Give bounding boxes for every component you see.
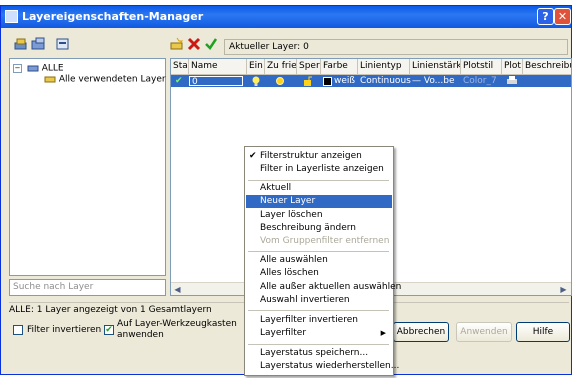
tree-child-label: Alle verwendeten Layer — [58, 74, 166, 85]
unlocked-icon[interactable] — [303, 75, 313, 87]
filter-icon — [44, 76, 56, 83]
help-title-button[interactable]: ? — [537, 8, 554, 25]
invert-filter-checkbox[interactable] — [13, 325, 23, 335]
menu-item-save-layer-states[interactable]: Layerstatus speichern... — [246, 347, 392, 360]
col-header-linetype[interactable]: Linientyp — [358, 59, 410, 74]
col-header-description[interactable]: Beschreibung — [523, 59, 571, 74]
menu-item-layer-filters[interactable]: Layerfilter ▶ — [246, 327, 392, 340]
set-current-icon[interactable] — [204, 37, 218, 51]
new-group-filter-icon[interactable] — [31, 37, 47, 51]
check-icon: ✔ — [249, 151, 257, 161]
apply-to-toolbar-label-line2: anwenden — [117, 330, 164, 340]
col-header-lineweight[interactable]: Linienstärke — [410, 59, 461, 74]
search-input[interactable]: Suche nach Layer — [9, 279, 166, 296]
menu-item-change-description[interactable]: Beschreibung ändern — [246, 222, 392, 235]
layer-linetype[interactable]: Continuous — [360, 75, 411, 87]
menu-separator — [248, 180, 389, 181]
col-header-lock[interactable]: Sper — [297, 59, 321, 74]
sun-icon[interactable] — [275, 75, 285, 87]
menu-item-show-filters-in-list[interactable]: Filter in Layerliste anzeigen — [246, 163, 392, 176]
layers-icon — [27, 65, 39, 72]
current-layer-display: Aktueller Layer: 0 — [224, 39, 568, 55]
color-swatch[interactable] — [323, 77, 332, 86]
apply-to-toolbar-label-line1: Auf Layer-Werkzeugkasten — [117, 319, 237, 329]
col-header-status[interactable]: Stat — [171, 59, 189, 74]
layer-name-field[interactable]: 0 — [189, 76, 243, 86]
lightbulb-icon[interactable] — [251, 75, 261, 87]
menu-item-invert-layer-filter[interactable]: Layerfilter invertieren — [246, 314, 392, 327]
menu-item-select-all-but-current[interactable]: Alle außer aktuellen auswählen — [246, 281, 401, 294]
menu-item-set-current[interactable]: Aktuell — [246, 182, 392, 195]
close-button[interactable]: ✕ — [554, 8, 571, 25]
tree-child-node[interactable]: Alle verwendeten Layer — [44, 74, 166, 85]
tree-root-node[interactable]: − ALLE — [13, 63, 64, 74]
cancel-button[interactable]: Abbrechen — [393, 322, 449, 342]
scroll-left-icon[interactable]: ◀ — [172, 284, 183, 295]
current-check-icon: ✔ — [175, 76, 183, 86]
menu-item-select-all[interactable]: Alle auswählen — [246, 254, 392, 267]
grid-header: Stat Name Ein Zu frier Sper Farbe Linien… — [171, 59, 571, 75]
window-title: Layereigenschaften-Manager — [22, 10, 204, 23]
col-header-freeze[interactable]: Zu frier — [265, 59, 297, 74]
col-header-on[interactable]: Ein — [247, 59, 265, 74]
menu-item-show-filter-tree[interactable]: ✔ Filterstruktur anzeigen — [246, 150, 392, 163]
col-header-color[interactable]: Farbe — [321, 59, 358, 74]
menu-item-restore-layer-state[interactable]: Layerstatus wiederherstellen... — [246, 360, 399, 373]
col-header-plotstyle[interactable]: Plotstil — [461, 59, 502, 74]
layer-plotstyle: Color_7 — [463, 76, 497, 86]
new-property-filter-icon[interactable] — [13, 37, 29, 51]
new-layer-icon[interactable] — [169, 37, 185, 51]
layer-color[interactable]: weiß — [334, 75, 355, 87]
menu-item-new-layer[interactable]: Neuer Layer — [246, 195, 392, 208]
col-header-name[interactable]: Name — [189, 59, 247, 74]
menu-item-clear-all[interactable]: Alles löschen — [246, 267, 392, 280]
printer-icon[interactable] — [506, 75, 518, 87]
menu-separator — [248, 251, 389, 252]
menu-item-delete-layer[interactable]: Layer löschen — [246, 209, 392, 222]
filter-tree-panel: − ALLE Alle verwendeten Layer — [9, 58, 166, 276]
apply-button[interactable]: Anwenden — [456, 322, 512, 342]
menu-item-remove-from-group-filter[interactable]: Vom Gruppenfilter entfernen — [246, 235, 392, 248]
layer-row[interactable]: ✔ 0 weiß Continuous — Vo...be Color_7 — [171, 75, 571, 87]
title-bar: Layereigenschaften-Manager ? ✕ — [1, 6, 571, 28]
delete-layer-icon[interactable] — [187, 37, 201, 51]
layer-lineweight[interactable]: — Vo...be — [412, 75, 455, 87]
tree-root-label: ALLE — [41, 63, 64, 74]
col-header-plot[interactable]: Plot — [502, 59, 523, 74]
collapse-icon[interactable]: − — [13, 63, 22, 73]
context-menu: ✔ Filterstruktur anzeigen Filter in Layer… — [244, 146, 401, 376]
app-icon — [5, 10, 18, 23]
submenu-arrow-icon: ▶ — [380, 329, 386, 337]
menu-separator — [248, 344, 389, 345]
layer-states-manager-icon[interactable] — [55, 37, 71, 51]
apply-to-toolbar-checkbox[interactable]: ✔ — [104, 325, 114, 335]
menu-item-invert-selection[interactable]: Auswahl invertieren — [246, 294, 392, 307]
help-button[interactable]: Hilfe — [516, 322, 570, 342]
invert-filter-label: Filter invertieren — [27, 325, 102, 335]
menu-separator — [248, 310, 389, 311]
scroll-right-icon[interactable]: ▶ — [558, 284, 569, 295]
